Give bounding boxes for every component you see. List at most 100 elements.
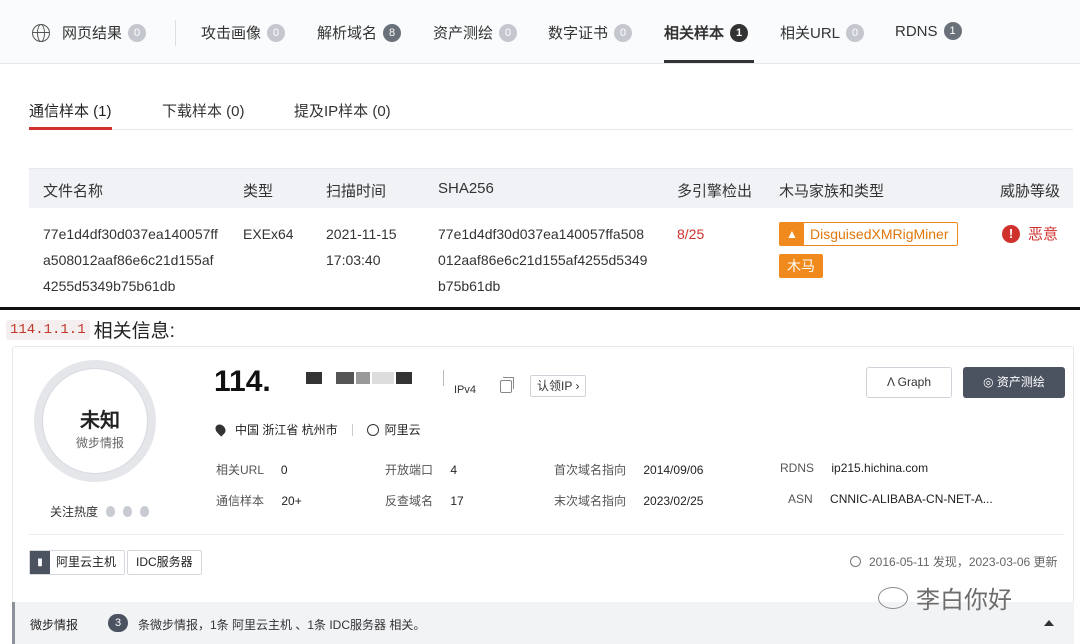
tab-count-badge: 0 xyxy=(499,23,518,42)
reputation-status: 未知 xyxy=(80,410,120,432)
copy-icon[interactable] xyxy=(500,377,514,393)
location-pin-icon xyxy=(213,422,228,437)
tab-count-badge: 0 xyxy=(846,23,865,42)
field-reverse-domains: 反查域名 17 xyxy=(385,492,464,509)
scan-clock: 17:03:40 xyxy=(326,252,381,268)
field-key: 反查域名 xyxy=(385,494,434,508)
ip-redaction xyxy=(372,372,394,384)
family-label: DisguisedXMRigMiner xyxy=(810,226,949,242)
field-value[interactable]: CNNIC-ALIBABA-CN-NET-A... xyxy=(830,492,993,506)
field-value[interactable]: 17 xyxy=(450,494,463,508)
sha-line: 77e1d4df30d037ea140057ffa508 xyxy=(438,226,645,242)
tab-label: 网页结果 xyxy=(62,25,123,42)
tab-related-url[interactable]: 相关URL 0 xyxy=(780,22,865,43)
tag-label: 阿里云主机 xyxy=(56,555,117,569)
location-text: 中国 浙江省 杭州市 xyxy=(235,423,338,437)
intel-count-badge: 3 xyxy=(108,614,128,632)
graph-button[interactable]: Λ Graph xyxy=(866,367,952,398)
flame-icon xyxy=(140,506,150,517)
field-key: RDNS xyxy=(780,461,815,475)
cell-scan-time: 2021-11-15 17:03:40 xyxy=(326,221,397,273)
ip-section-heading: 114.1.1.1 相关信息: xyxy=(6,316,175,343)
graph-label: Graph xyxy=(897,375,932,389)
col-type: 类型 xyxy=(243,183,274,200)
tab-label: 相关URL xyxy=(780,25,841,42)
tag-aliyun-host[interactable]: ▮ 阿里云主机 xyxy=(29,550,126,575)
tab-web-results[interactable]: 网页结果 0 xyxy=(32,22,147,43)
graph-icon: Λ xyxy=(886,375,895,389)
tab-count-badge: 8 xyxy=(383,23,402,42)
cell-sha256[interactable]: 77e1d4df30d037ea140057ffa508 012aaf86e6c… xyxy=(438,221,647,299)
field-value[interactable]: 0 xyxy=(281,463,288,477)
col-scan-time: 扫描时间 xyxy=(326,183,387,200)
col-filename: 文件名称 xyxy=(43,183,104,200)
isp-text: 阿里云 xyxy=(384,423,421,437)
field-value[interactable]: 4 xyxy=(450,463,457,477)
tab-label: 相关样本 xyxy=(664,25,725,42)
field-asn: ASN CNNIC-ALIBABA-CN-NET-A... xyxy=(788,492,993,506)
col-family: 木马家族和类型 xyxy=(779,183,885,200)
active-subtab-indicator xyxy=(29,127,112,130)
field-key: 末次域名指向 xyxy=(554,494,627,508)
cell-detection: 8/25 xyxy=(677,226,705,242)
tag-idc-server[interactable]: IDC服务器 xyxy=(127,550,202,575)
isp-icon xyxy=(366,423,379,436)
field-related-url: 相关URL 0 xyxy=(216,461,288,478)
field-first-domain: 首次域名指向 2014/09/06 xyxy=(554,461,703,478)
col-sha256: SHA256 xyxy=(438,180,494,197)
collapse-caret-icon[interactable] xyxy=(1044,620,1054,626)
wechat-icon xyxy=(878,586,908,609)
tab-asset-mapping[interactable]: 资产测绘 0 xyxy=(433,22,518,43)
field-value[interactable]: ip215.hichina.com xyxy=(831,461,928,475)
trojan-icon: ▲ xyxy=(780,223,804,245)
watermark-text: 李白你好 xyxy=(916,587,1012,614)
tab-certificates[interactable]: 数字证书 0 xyxy=(548,22,633,43)
clock-icon xyxy=(850,556,861,567)
heading-suffix: 相关信息: xyxy=(93,321,175,342)
field-last-domain: 末次域名指向 2023/02/25 xyxy=(554,492,703,509)
subtab-download-samples[interactable]: 下载样本 (0) xyxy=(162,100,245,121)
intel-title: 微步情报 xyxy=(30,618,79,632)
bookmark-icon: ▮ xyxy=(30,551,50,574)
tab-label: 攻击画像 xyxy=(201,25,262,42)
sha-line: 012aaf86e6c21d155af4255d5349 xyxy=(438,252,648,268)
family-tag[interactable]: ▲ DisguisedXMRigMiner xyxy=(779,222,958,246)
tab-label: RDNS xyxy=(895,22,938,40)
ip-location: 中国 浙江省 杭州市 阿里云 xyxy=(213,421,421,438)
family-type-tag[interactable]: 木马 xyxy=(779,254,823,278)
tab-separator xyxy=(175,20,176,46)
tab-resolved-domains[interactable]: 解析域名 8 xyxy=(317,22,402,43)
ip-version: IPv4 xyxy=(454,384,477,396)
field-rdns: RDNS ip215.hichina.com xyxy=(780,461,928,475)
globe-icon xyxy=(32,23,50,42)
tab-count-badge: 0 xyxy=(267,23,286,42)
cell-filename[interactable]: 77e1d4df30d037ea140057ff a508012aaf86e6c… xyxy=(43,221,218,299)
location-separator xyxy=(351,423,353,436)
tab-rdns[interactable]: RDNS 1 xyxy=(895,22,962,40)
discovery-dates: 2016-05-11 发现，2023-03-06 更新 xyxy=(850,553,1058,570)
tab-label: 解析域名 xyxy=(317,25,378,42)
asset-mapping-button[interactable]: ◎ 资产测绘 xyxy=(963,367,1065,398)
col-detection: 多引擎检出 xyxy=(677,183,753,200)
reputation-source: 微步情报 xyxy=(75,436,124,450)
tab-label: 数字证书 xyxy=(548,25,609,42)
ip-version-separator xyxy=(443,370,444,386)
alert-icon: ! xyxy=(1002,224,1020,243)
intel-summary-text: 条微步情报，1条 阿里云主机 、1条 IDC服务器 相关。 xyxy=(138,618,426,632)
subtab-comm-samples[interactable]: 通信样本 (1) xyxy=(29,100,112,121)
tab-attack-profile[interactable]: 攻击画像 0 xyxy=(201,22,286,43)
field-key: ASN xyxy=(788,492,813,506)
subtab-mentioned-samples[interactable]: 提及IP样本 (0) xyxy=(294,100,391,121)
threat-level: ! 恶意 xyxy=(1002,223,1058,244)
field-value[interactable]: 20+ xyxy=(281,494,301,508)
field-key: 首次域名指向 xyxy=(554,463,627,477)
scan-date: 2021-11-15 xyxy=(326,226,397,242)
claim-ip-button[interactable]: 认领IP › xyxy=(530,375,587,397)
flame-icon xyxy=(123,506,133,517)
ip-redaction xyxy=(396,372,412,384)
flame-icon xyxy=(106,506,116,517)
table-header: 文件名称 类型 扫描时间 SHA256 多引擎检出 木马家族和类型 威胁等级 xyxy=(29,168,1073,208)
tab-related-samples[interactable]: 相关样本 1 xyxy=(664,22,749,43)
watermark: 李白你好 xyxy=(878,580,1012,615)
field-value: 2014/09/06 xyxy=(643,463,704,477)
